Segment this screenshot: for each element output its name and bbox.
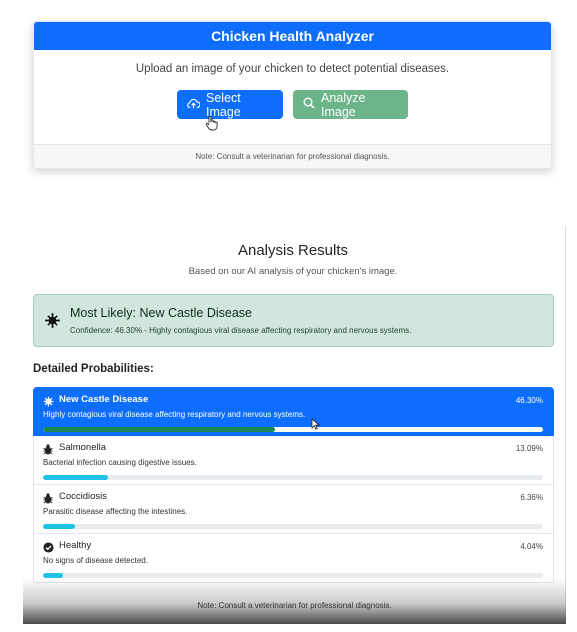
results-panel: Analysis Results Based on our AI analysi…	[23, 226, 566, 624]
most-likely-title: Most Likely: New Castle Disease	[70, 306, 253, 320]
most-likely-confidence: Confidence: 46.30% - Highly contagious v…	[70, 326, 412, 335]
results-subtitle: Based on our AI analysis of your chicken…	[188, 266, 398, 277]
probability-name: Salmonella	[59, 442, 106, 453]
probability-name: Healthy	[59, 540, 92, 551]
pointer-cursor-icon	[311, 417, 321, 435]
probability-description: Parasitic disease affecting the intestin…	[43, 507, 188, 516]
analyze-image-label: Analyze Image	[321, 90, 366, 119]
probability-name: Coccidiosis	[59, 491, 108, 502]
analyzer-description: Upload an image of your chicken to detec…	[135, 63, 450, 75]
analyze-image-button[interactable]: Analyze Image	[293, 90, 408, 119]
probability-bar-fill	[43, 427, 275, 432]
probability-bar	[43, 524, 543, 529]
analyzer-header: Chicken Health Analyzer	[34, 22, 551, 50]
probability-percent: 4.04%	[520, 542, 543, 551]
results-title: Analysis Results	[237, 242, 349, 259]
probability-bar-fill	[43, 524, 75, 529]
virus-icon	[45, 313, 60, 333]
probability-name: New Castle Disease	[59, 394, 149, 405]
most-likely-alert: Most Likely: New Castle Disease Confiden…	[33, 294, 554, 347]
analyzer-note: Note: Consult a veterinarian for profess…	[195, 152, 390, 161]
analyzer-title: Chicken Health Analyzer	[211, 28, 374, 44]
hand-cursor-icon	[205, 115, 218, 136]
probability-description: No signs of disease detected.	[43, 556, 148, 565]
analyzer-footer: Note: Consult a veterinarian for profess…	[34, 144, 551, 168]
probability-description: Bacterial infection causing digestive is…	[43, 458, 197, 467]
detailed-probabilities-heading: Detailed Probabilities:	[33, 363, 154, 375]
analyzer-button-row: Select Image Analyze Image	[34, 90, 551, 119]
results-note: Note: Consult a veterinarian for profess…	[197, 601, 392, 610]
probability-percent: 6.36%	[520, 493, 543, 502]
analyzer-card: Chicken Health Analyzer Upload an image …	[33, 21, 552, 169]
select-image-button[interactable]: Select Image	[177, 90, 283, 119]
probability-item-coccidiosis[interactable]: Coccidiosis 6.36% Parasitic disease affe…	[33, 485, 554, 534]
probability-item-healthy[interactable]: Healthy 4.04% No signs of disease detect…	[33, 534, 554, 583]
probability-bar	[43, 427, 543, 432]
probability-percent: 46.30%	[515, 396, 543, 405]
probability-bar	[43, 475, 543, 480]
cloud-upload-icon	[187, 98, 201, 112]
probability-bar-fill	[43, 475, 109, 480]
probability-item-salmonella[interactable]: Salmonella 13.09% Bacterial infection ca…	[33, 436, 554, 485]
probability-item-new-castle-disease[interactable]: New Castle Disease 46.30% Highly contagi…	[33, 387, 554, 436]
probability-list: New Castle Disease 46.30% Highly contagi…	[33, 387, 554, 583]
search-icon	[303, 97, 315, 112]
probability-description: Highly contagious viral disease affectin…	[43, 410, 306, 419]
probability-percent: 13.09%	[515, 444, 543, 453]
results-divider	[565, 226, 566, 624]
